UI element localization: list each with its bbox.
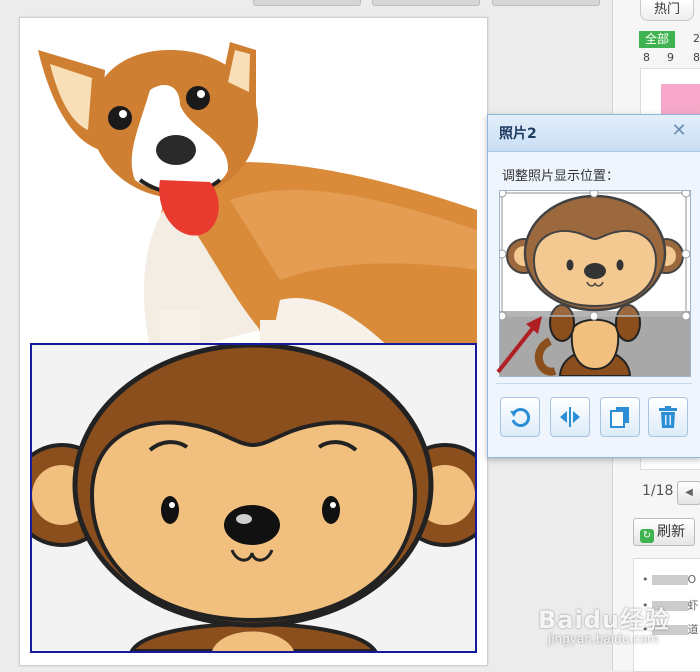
position-instruction: 调整照片显示位置： (502, 169, 620, 184)
list-item[interactable]: • O (642, 573, 696, 586)
page-indicator: 1/18 (642, 483, 674, 499)
dialog-title: 照片2 (499, 126, 537, 142)
photo-settings-dialog: 照片2 ✕ 调整照片显示位置： (487, 114, 700, 458)
rotate-icon (510, 408, 531, 427)
flip-horizontal-icon (560, 407, 580, 427)
annotation-arrow-icon (496, 316, 542, 374)
toolbar-button[interactable] (372, 0, 480, 6)
toolbar-button[interactable] (253, 0, 361, 6)
thumbnail[interactable] (661, 84, 700, 114)
toolbar-button[interactable] (492, 0, 600, 6)
tab-hot[interactable]: 热门 (640, 0, 694, 21)
filter-all[interactable]: 全部 (639, 31, 675, 48)
flip-button[interactable] (550, 397, 590, 437)
prev-page-button[interactable]: ◀ (677, 481, 700, 505)
refresh-label: 刷新 (657, 524, 685, 540)
chevron-left-icon: ◀ (685, 487, 693, 498)
refresh-icon: ↻ (640, 529, 654, 543)
filter-number[interactable]: 8 (693, 51, 700, 64)
divider (496, 383, 692, 384)
copy-icon (610, 407, 629, 428)
filter-number[interactable]: 8 (643, 51, 650, 64)
copy-button[interactable] (600, 397, 640, 437)
photo-canvas (19, 17, 488, 666)
refresh-button[interactable]: ↻ 刷新 (633, 518, 695, 546)
close-icon[interactable]: ✕ (669, 121, 689, 141)
delete-button[interactable] (648, 397, 688, 437)
rotate-button[interactable] (500, 397, 540, 437)
photo-2-monkey[interactable] (30, 343, 477, 653)
watermark-url: jingyan.baidu.com (548, 632, 659, 646)
photo-1-corgi[interactable] (30, 30, 477, 348)
watermark-logo: Baidu经验 (538, 606, 670, 634)
filter-number[interactable]: 9 (667, 51, 674, 64)
filter-number[interactable]: 2 (693, 32, 700, 45)
trash-icon (659, 406, 677, 428)
dialog-header[interactable]: 照片2 ✕ (488, 115, 700, 152)
